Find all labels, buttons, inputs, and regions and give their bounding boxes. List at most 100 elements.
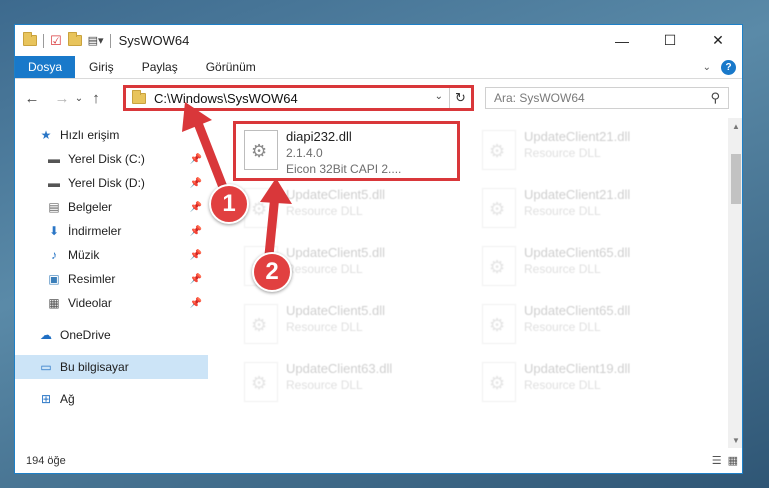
new-folder-icon[interactable] [67,32,82,46]
file-name: UpdateClient21.dll [524,187,631,202]
address-bar[interactable]: C:\Windows\SysWOW64 ⌄ ↻ [123,85,474,111]
tab-file[interactable]: Dosya [15,56,76,78]
sidebar-item-onedrive[interactable]: ☁ OneDrive [15,323,208,347]
address-path[interactable]: C:\Windows\SysWOW64 [154,91,298,106]
navigation-bar: ← → ⌄ ↑ C:\Windows\SysWOW64 ⌄ ↻ Ara: Sys… [15,79,742,117]
sidebar-item-documents[interactable]: ▤ Belgeler 📌 [15,195,208,219]
file-description: Resource DLL [524,204,601,218]
back-button[interactable]: ← [21,90,43,107]
close-button[interactable]: ✕ [694,25,742,56]
sidebar-item-label: OneDrive [60,328,111,342]
file-description: Resource DLL [286,320,363,334]
navigation-pane: ★ Hızlı erişim ▬ Yerel Disk (C:) 📌 ▬ Yer… [15,118,208,448]
computer-icon: ▭ [40,360,52,374]
help-icon[interactable]: ? [721,60,736,75]
explorer-window: ☑ ▤▾ SysWOW64 — ☐ ✕ Dosya Giriş Paylaş G… [14,24,743,474]
sidebar-item-music[interactable]: ♪ Müzik 📌 [15,243,208,267]
sidebar-item-label: İndirmeler [68,224,122,238]
scroll-down-icon[interactable]: ▼ [728,432,742,448]
file-highlight-box [233,121,460,181]
file-description: Resource DLL [286,378,363,392]
forward-button[interactable]: → [51,90,73,107]
file-description: Resource DLL [286,204,363,218]
sidebar-item-label: Müzik [68,248,100,262]
file-item[interactable]: UpdateClient5.dll Resource DLL [238,182,463,240]
sidebar-item-label: Belgeler [68,200,113,214]
file-item[interactable]: UpdateClient5.dll Resource DLL [238,298,463,356]
minimize-button[interactable]: — [598,25,646,56]
sidebar-item-label: Videolar [68,296,112,310]
pin-icon[interactable]: 📌 [190,226,202,237]
vertical-scrollbar[interactable]: ▲ ▼ [728,118,742,448]
pin-icon[interactable]: 📌 [190,202,202,213]
file-item[interactable]: UpdateClient65.dll Resource DLL [476,240,701,298]
sidebar-item-local-disk-c[interactable]: ▬ Yerel Disk (C:) 📌 [15,147,208,171]
file-item[interactable]: UpdateClient65.dll Resource DLL [476,298,701,356]
pin-icon[interactable]: 📌 [190,298,202,309]
recent-locations-button[interactable]: ⌄ [73,93,85,104]
dll-file-icon [482,130,516,170]
file-item[interactable]: UpdateClient63.dll Resource DLL [238,356,463,414]
dll-file-icon [482,246,516,286]
sidebar-item-local-disk-d[interactable]: ▬ Yerel Disk (D:) 📌 [15,171,208,195]
sidebar-item-label: Yerel Disk (D:) [68,176,145,190]
file-description: Resource DLL [524,378,601,392]
customize-icon[interactable]: ▤▾ [88,34,104,47]
search-icon[interactable]: ⚲ [710,90,720,106]
refresh-button[interactable]: ↻ [449,88,471,108]
details-view-icon[interactable]: ☰ [712,454,722,467]
separator [43,33,44,48]
sidebar-item-label: Resimler [68,272,116,286]
file-name: UpdateClient5.dll [286,303,386,318]
documents-icon: ▤ [48,200,60,214]
properties-icon[interactable]: ☑ [50,33,62,49]
maximize-button[interactable]: ☐ [646,25,694,56]
pin-icon[interactable]: 📌 [190,154,202,165]
disk-icon: ▬ [48,176,60,190]
chevron-down-icon[interactable]: ⌄ [435,91,443,102]
window-controls: — ☐ ✕ [598,25,742,56]
file-item[interactable]: UpdateClient19.dll Resource DLL [476,356,701,414]
star-icon: ★ [40,128,52,142]
large-icons-view-icon[interactable]: ▦ [728,454,738,467]
sidebar-item-downloads[interactable]: ⬇ İndirmeler 📌 [15,219,208,243]
dll-file-icon [482,304,516,344]
sidebar-item-quick-access[interactable]: ★ Hızlı erişim [15,123,208,147]
file-description: Resource DLL [524,262,601,276]
folder-icon [132,89,146,104]
ribbon-right: ⌄ ? [703,60,736,75]
dll-file-icon [482,362,516,402]
sidebar-item-network[interactable]: ⊞ Ağ [15,387,208,411]
content-area: ★ Hızlı erişim ▬ Yerel Disk (C:) 📌 ▬ Yer… [15,118,742,448]
step-1-badge: 1 [209,184,249,224]
sidebar-item-this-pc[interactable]: ▭ Bu bilgisayar [15,355,208,379]
file-name: UpdateClient5.dll [286,245,386,260]
sidebar-item-pictures[interactable]: ▣ Resimler 📌 [15,267,208,291]
file-list: diapi232.dll 2.1.4.0 Eicon 32Bit CAPI 2.… [220,118,728,448]
pin-icon[interactable]: 📌 [190,250,202,261]
scroll-up-icon[interactable]: ▲ [728,118,742,134]
sidebar-item-videos[interactable]: ▦ Videolar 📌 [15,291,208,315]
dll-file-icon [482,188,516,228]
file-item[interactable]: UpdateClient21.dll Resource DLL [476,124,701,182]
file-name: UpdateClient5.dll [286,187,386,202]
step-2-badge: 2 [252,252,292,292]
tab-share[interactable]: Paylaş [128,56,192,78]
pin-icon[interactable]: 📌 [190,178,202,189]
download-icon: ⬇ [48,224,60,238]
scroll-thumb[interactable] [731,154,741,204]
view-toggle-group: ☰ ▦ [712,454,738,467]
search-placeholder: Ara: SysWOW64 [494,91,585,105]
up-button[interactable]: ↑ [85,90,107,107]
tab-home[interactable]: Giriş [75,56,128,78]
folder-icon [23,32,37,46]
tab-view[interactable]: Görünüm [192,56,270,78]
expand-ribbon-icon[interactable]: ⌄ [703,62,711,73]
sidebar-item-label: Ağ [60,392,75,406]
file-name: UpdateClient19.dll [524,361,631,376]
search-input[interactable]: Ara: SysWOW64 ⚲ [485,87,729,109]
file-item[interactable]: UpdateClient21.dll Resource DLL [476,182,701,240]
file-name: UpdateClient65.dll [524,245,631,260]
pin-icon[interactable]: 📌 [190,274,202,285]
dll-file-icon [244,362,278,402]
